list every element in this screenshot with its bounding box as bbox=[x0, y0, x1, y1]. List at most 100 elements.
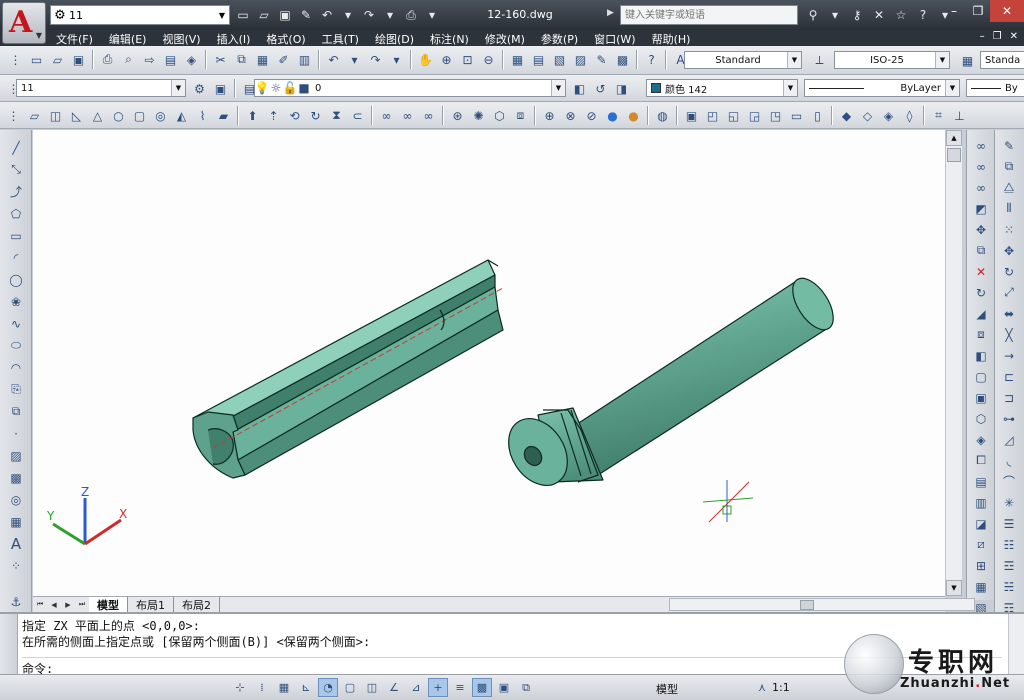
sheet-set-icon[interactable]: ▨ bbox=[571, 50, 590, 69]
break-icon[interactable]: ⊐ bbox=[999, 388, 1019, 407]
table-icon[interactable]: ▦ bbox=[6, 512, 26, 531]
multiline-text-icon[interactable]: A bbox=[6, 534, 26, 553]
subtract-solid-icon[interactable]: ∞ bbox=[398, 106, 417, 125]
interfere-icon[interactable]: ⊞ bbox=[971, 556, 991, 575]
camera-icon[interactable]: ⌗ bbox=[929, 106, 948, 125]
table-style-combo[interactable]: Standa bbox=[980, 51, 1024, 69]
chevron-down-icon[interactable]: ▾ bbox=[826, 6, 844, 24]
open-folder-icon[interactable]: ▱ bbox=[255, 6, 273, 24]
block-editor-icon[interactable]: ▥ bbox=[295, 50, 314, 69]
search-input[interactable] bbox=[620, 5, 798, 25]
design-center-icon[interactable]: ▤ bbox=[529, 50, 548, 69]
color-combo[interactable]: 颜色 142 ▼ bbox=[646, 79, 798, 97]
plot-icon[interactable]: ▤ bbox=[161, 50, 180, 69]
command-grip[interactable] bbox=[0, 614, 18, 674]
menu-view[interactable]: 视图(V) bbox=[162, 31, 200, 47]
bottom-view-icon[interactable]: ◱ bbox=[724, 106, 743, 125]
copy-object-icon[interactable]: ⧉ bbox=[999, 157, 1019, 176]
wedge-icon[interactable]: ◺ bbox=[67, 106, 86, 125]
cylinder-shaft-solid[interactable] bbox=[497, 272, 842, 497]
copy-icon[interactable]: ⧉ bbox=[232, 50, 251, 69]
layer-match-icon[interactable]: ☷ bbox=[999, 535, 1019, 554]
subtract-icon[interactable]: ∞ bbox=[971, 157, 991, 176]
rotate-faces-icon[interactable]: ↻ bbox=[971, 283, 991, 302]
copy-faces-icon[interactable]: ⧈ bbox=[971, 325, 991, 344]
helix-icon[interactable]: ⌇ bbox=[193, 106, 212, 125]
move-icon[interactable]: ✥ bbox=[999, 241, 1019, 260]
construction-line-icon[interactable]: ⤡ bbox=[6, 160, 26, 179]
revision-cloud-icon[interactable]: ❀ bbox=[6, 292, 26, 311]
delete-faces-icon[interactable]: ✕ bbox=[971, 262, 991, 281]
offset-icon[interactable]: ⫴ bbox=[999, 199, 1019, 218]
add-selected-icon[interactable]: ⁘ bbox=[6, 556, 26, 575]
dynamic-input-icon[interactable]: + bbox=[428, 678, 448, 697]
layer-off-icon[interactable]: ☲ bbox=[999, 556, 1019, 575]
prev-tab-icon[interactable]: ◀ bbox=[47, 598, 61, 611]
visual-style-xray-icon[interactable]: ⊘ bbox=[582, 106, 601, 125]
region-icon[interactable]: ◎ bbox=[6, 490, 26, 509]
arc-icon[interactable]: ◜ bbox=[6, 248, 26, 267]
convert-solid-icon[interactable]: ▦ bbox=[971, 577, 991, 596]
loft-icon[interactable]: ⧗ bbox=[327, 106, 346, 125]
ellipse-arc-icon[interactable]: ◠ bbox=[6, 358, 26, 377]
save-icon[interactable]: ▣ bbox=[69, 50, 88, 69]
zoom-realtime-icon[interactable]: ⊕ bbox=[437, 50, 456, 69]
open-folder-icon[interactable]: ▱ bbox=[48, 50, 67, 69]
visual-style-conceptual-icon[interactable]: ● bbox=[624, 106, 643, 125]
menu-insert[interactable]: 插入(I) bbox=[217, 31, 251, 47]
table-style-icon[interactable]: ▦ bbox=[958, 51, 977, 70]
insert-block-icon[interactable]: ⎘ bbox=[6, 380, 26, 399]
annotation-scale-icon[interactable]: ⋏ bbox=[752, 678, 772, 697]
minimize-icon[interactable]: – bbox=[980, 31, 985, 42]
match-properties-icon[interactable]: ✐ bbox=[274, 50, 293, 69]
scroll-thumb[interactable] bbox=[800, 600, 814, 610]
next-tab-icon[interactable]: ▶ bbox=[61, 598, 75, 611]
scroll-down-icon[interactable]: ▼ bbox=[946, 580, 962, 596]
ellipse-icon[interactable]: ⬭ bbox=[6, 336, 26, 355]
chevron-down-icon[interactable]: ▾ bbox=[387, 50, 406, 69]
se-iso-view-icon[interactable]: ◇ bbox=[858, 106, 877, 125]
3d-array-icon[interactable]: ⧈ bbox=[511, 106, 530, 125]
quick-properties-icon[interactable]: ▣ bbox=[494, 678, 514, 697]
zoom-window-icon[interactable]: ⊡ bbox=[458, 50, 477, 69]
close-icon[interactable]: ✕ bbox=[1010, 31, 1018, 42]
star-icon[interactable]: ☆ bbox=[892, 6, 910, 24]
circle-icon[interactable]: ◯ bbox=[6, 270, 26, 289]
stretch-icon[interactable]: ⬌ bbox=[999, 304, 1019, 323]
workspace-combo[interactable]: ⚙ 11 ▼ bbox=[50, 5, 230, 25]
ortho-mode-icon[interactable]: ⊾ bbox=[296, 678, 316, 697]
polyline-icon[interactable]: ⤴ bbox=[6, 182, 26, 201]
layer-properties-icon[interactable]: ▣ bbox=[211, 79, 230, 98]
extend-icon[interactable]: → bbox=[999, 346, 1019, 365]
model-space-label[interactable]: 模型 bbox=[656, 681, 678, 697]
restore-icon[interactable]: ❐ bbox=[966, 0, 990, 22]
3d-rotate-icon[interactable]: ✺ bbox=[469, 106, 488, 125]
linetype-combo[interactable]: ByLayer ▼ bbox=[804, 79, 960, 97]
imprint-icon[interactable]: ⬡ bbox=[971, 409, 991, 428]
menu-edit[interactable]: 编辑(E) bbox=[109, 31, 147, 47]
undo-icon[interactable]: ↶ bbox=[324, 50, 343, 69]
3d-align-icon[interactable]: ⬡ bbox=[490, 106, 509, 125]
top-view-icon[interactable]: ◰ bbox=[703, 106, 722, 125]
chevron-down-icon[interactable]: ▾ bbox=[423, 6, 441, 24]
menu-file[interactable]: 文件(F) bbox=[56, 31, 93, 47]
menu-draw[interactable]: 绘图(D) bbox=[375, 31, 414, 47]
object-snap-icon[interactable]: ▢ bbox=[340, 678, 360, 697]
selection-cycling-icon[interactable]: ⧉ bbox=[516, 678, 536, 697]
last-tab-icon[interactable]: ⏭ bbox=[75, 598, 89, 611]
lineweight-combo[interactable]: By bbox=[966, 79, 1024, 97]
join-icon[interactable]: ⊶ bbox=[999, 409, 1019, 428]
union-icon[interactable]: ⊂ bbox=[348, 106, 367, 125]
new-file-icon[interactable]: ▭ bbox=[27, 50, 46, 69]
print-icon[interactable]: ⎙ bbox=[98, 50, 117, 69]
dim-style-combo[interactable]: ISO-25 ▼ bbox=[834, 51, 950, 69]
menu-format[interactable]: 格式(O) bbox=[266, 31, 305, 47]
erase-icon[interactable]: ✎ bbox=[999, 136, 1019, 155]
menu-dimension[interactable]: 标注(N) bbox=[430, 31, 469, 47]
offset-faces-icon[interactable]: ⧉ bbox=[971, 241, 991, 260]
make-current-icon[interactable]: ◧ bbox=[570, 79, 589, 98]
copy-edges-icon[interactable]: ▢ bbox=[971, 367, 991, 386]
exchange-icon[interactable]: ✕ bbox=[870, 6, 888, 24]
visual-style-hidden-icon[interactable]: ⊗ bbox=[561, 106, 580, 125]
explode-icon[interactable]: ✳ bbox=[999, 493, 1019, 512]
